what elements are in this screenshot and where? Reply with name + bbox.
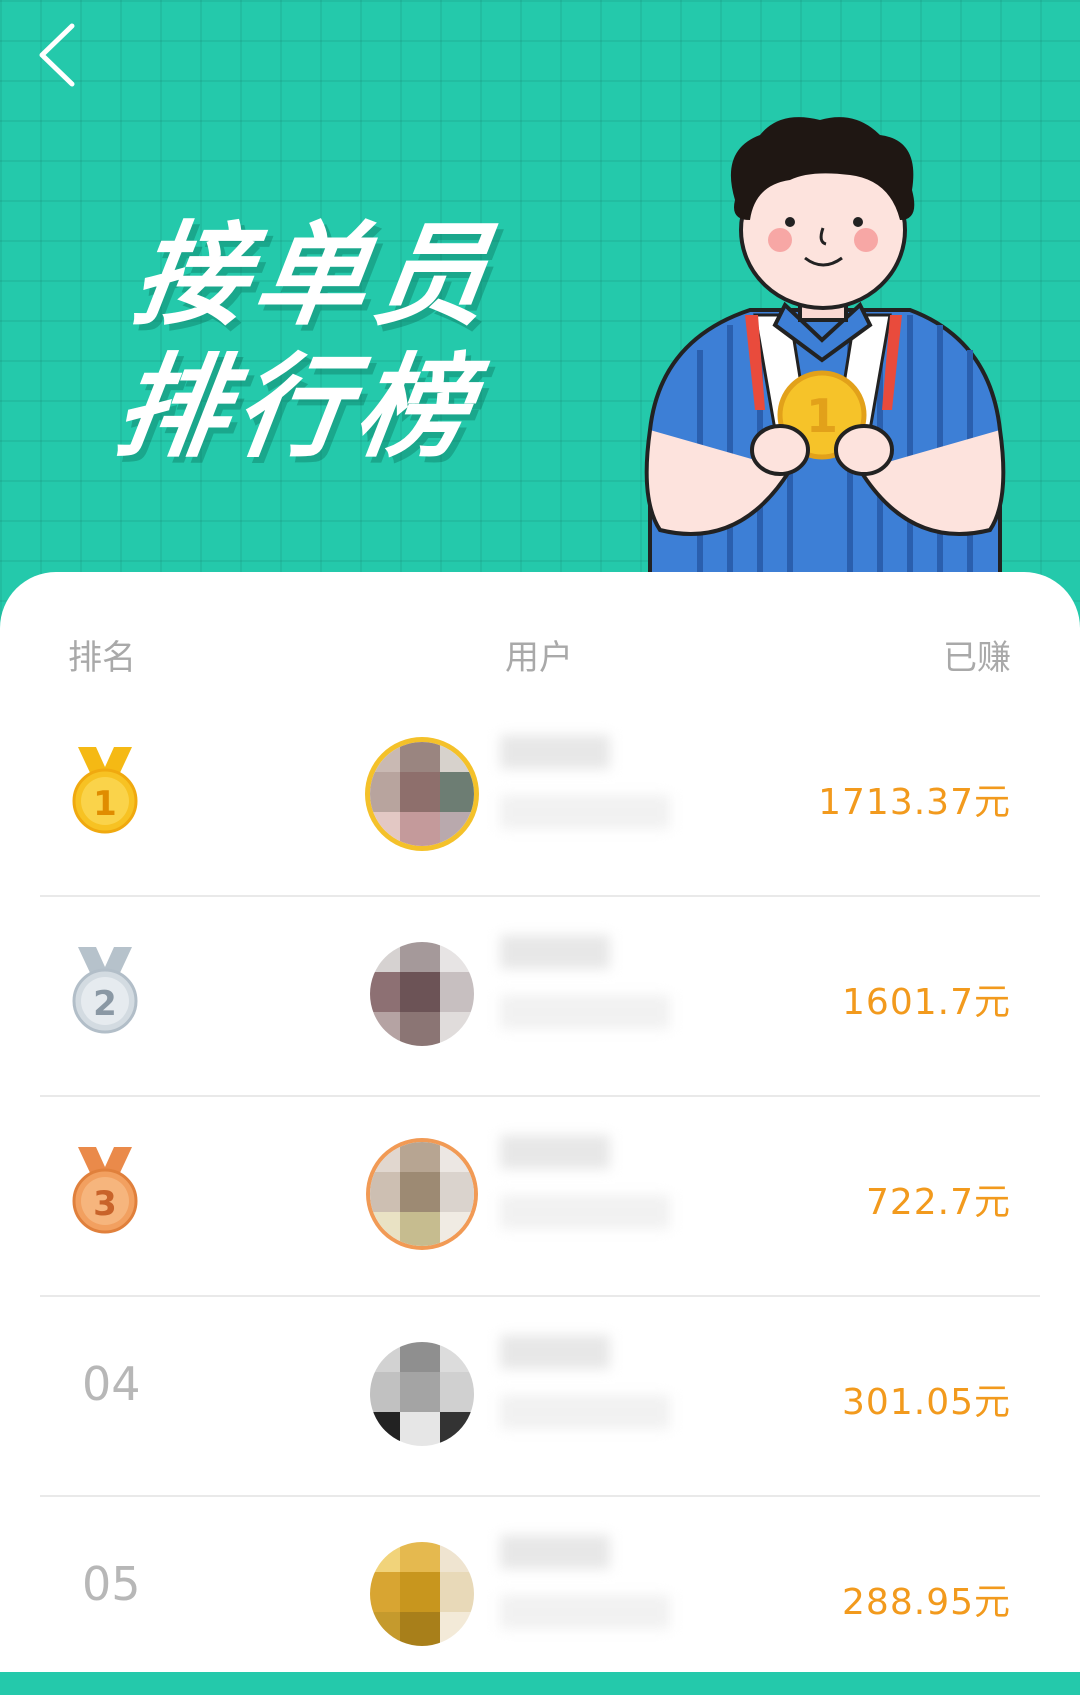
medal-gold-icon: 1 xyxy=(72,747,138,834)
ranking-row[interactable]: 04 301.05元 xyxy=(40,1295,1040,1497)
avatar xyxy=(370,1342,474,1446)
username-blurred xyxy=(500,1535,680,1655)
rank-number: 05 xyxy=(82,1557,141,1611)
svg-text:1: 1 xyxy=(806,389,838,443)
username-blurred xyxy=(500,1135,680,1255)
title-line-2: 排行榜 xyxy=(107,343,486,473)
column-header-earned: 已赚 xyxy=(943,638,1011,678)
ranking-row[interactable]: 1 1713.37元 xyxy=(40,695,1040,897)
avatar xyxy=(370,1142,474,1246)
avatar xyxy=(370,742,474,846)
column-header-user: 用户 xyxy=(505,638,573,678)
title-line-1: 接单员 xyxy=(126,211,505,341)
rank-number: 04 xyxy=(82,1357,141,1411)
earned-amount: 1601.7元 xyxy=(842,982,1011,1023)
username-blurred xyxy=(500,735,680,855)
medal-silver-icon: 2 xyxy=(72,947,138,1034)
svg-text:3: 3 xyxy=(93,1184,117,1224)
svg-text:1: 1 xyxy=(93,784,117,824)
ranking-row[interactable]: 3 722.7元 xyxy=(40,1095,1040,1297)
column-header-rank: 排名 xyxy=(68,638,136,678)
username-blurred xyxy=(500,935,680,1055)
mascot-illustration: 1 xyxy=(644,117,1006,620)
earned-amount: 722.7元 xyxy=(865,1182,1011,1223)
avatar xyxy=(370,942,474,1046)
username-blurred xyxy=(500,1335,680,1455)
avatar xyxy=(370,1542,474,1646)
earned-amount: 301.05元 xyxy=(842,1382,1011,1423)
earned-amount: 288.95元 xyxy=(842,1582,1011,1623)
medal-bronze-icon: 3 xyxy=(72,1147,138,1234)
svg-text:2: 2 xyxy=(93,984,117,1024)
earned-amount: 1713.37元 xyxy=(818,782,1011,823)
page-title: 接单员 排行榜 xyxy=(107,210,505,474)
ranking-row[interactable]: 2 1601.7元 xyxy=(40,895,1040,1097)
ranking-row[interactable]: 05 288.95元 xyxy=(40,1495,1040,1695)
header-banner: 接单员 排行榜 1 xyxy=(0,0,1080,620)
back-arrow-icon[interactable] xyxy=(30,20,100,90)
